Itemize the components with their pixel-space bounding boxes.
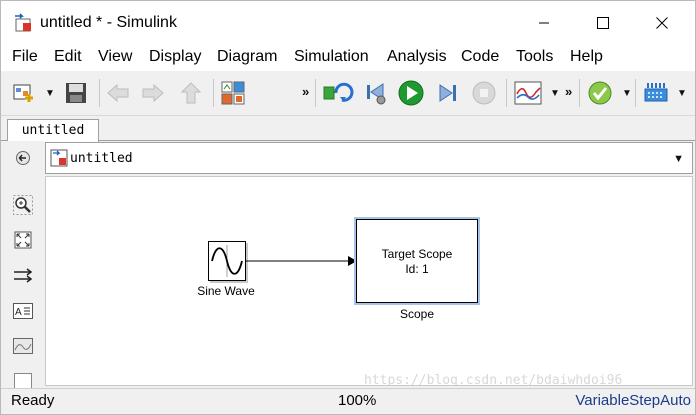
record-button[interactable] xyxy=(512,78,544,108)
menu-code[interactable]: Code xyxy=(461,48,499,66)
hide-browser-button[interactable] xyxy=(12,147,34,169)
menu-edit[interactable]: Edit xyxy=(54,48,82,66)
maximize-icon xyxy=(597,17,609,29)
close-icon xyxy=(656,17,668,29)
scope-block-title: Target Scope xyxy=(381,247,453,261)
menu-help[interactable]: Help xyxy=(570,48,603,66)
solver-link[interactable]: VariableStepAuto xyxy=(575,392,691,409)
chevron-down-icon[interactable]: ▼ xyxy=(673,153,684,165)
back-button[interactable] xyxy=(104,78,132,108)
step-back-icon xyxy=(367,83,386,105)
route-lines-button[interactable] xyxy=(12,265,34,287)
title-bar: untitled * - Simulink xyxy=(1,1,695,45)
run-icon xyxy=(398,80,424,106)
window-title: untitled * - Simulink xyxy=(40,14,177,31)
step-forward-button[interactable] xyxy=(434,78,462,108)
stop-icon xyxy=(472,81,496,105)
new-model-icon xyxy=(13,84,33,102)
toolbar: ▼ » ▼ » ▼ ▼ xyxy=(1,71,695,116)
annotation-icon: A xyxy=(13,303,33,319)
build-button[interactable] xyxy=(641,78,671,108)
step-forward-icon xyxy=(439,84,456,102)
scope-block-label: Scope xyxy=(399,307,435,321)
save-icon xyxy=(66,83,86,103)
simulink-window: untitled * - Simulink File Edit View Dis… xyxy=(0,0,696,415)
toolbar-separator xyxy=(213,79,214,107)
model-advisor-dropdown-icon[interactable]: ▼ xyxy=(622,88,632,99)
toolbar-separator xyxy=(99,79,100,107)
menu-bar: File Edit View Display Diagram Simulatio… xyxy=(1,45,695,71)
build-dropdown-icon[interactable]: ▼ xyxy=(677,88,687,99)
model-configuration-button[interactable] xyxy=(321,78,355,108)
record-dropdown-icon[interactable]: ▼ xyxy=(550,88,560,99)
toolbar-separator xyxy=(506,79,507,107)
status-text: Ready xyxy=(11,392,55,409)
svg-text:A: A xyxy=(15,307,22,318)
menu-analysis[interactable]: Analysis xyxy=(387,48,447,66)
step-back-button[interactable] xyxy=(361,78,391,108)
library-browser-button[interactable] xyxy=(218,78,248,108)
toolbar-separator xyxy=(635,79,636,107)
hide-browser-icon xyxy=(16,151,30,165)
model-path-text: untitled xyxy=(70,151,133,166)
forward-icon xyxy=(142,83,164,103)
model-canvas[interactable]: Sine Wave Target Scope Id: 1 Scope https… xyxy=(45,176,693,386)
toolbar-overflow-icon[interactable]: » xyxy=(565,84,572,99)
model-advisor-button[interactable] xyxy=(585,78,615,108)
model-tab-strip: untitled xyxy=(1,116,695,142)
fit-to-view-button[interactable] xyxy=(12,229,34,251)
target-scope-block[interactable]: Target Scope Id: 1 xyxy=(356,219,478,303)
minimize-button[interactable] xyxy=(521,1,567,45)
run-button[interactable] xyxy=(396,78,426,108)
stop-button[interactable] xyxy=(469,78,499,108)
maximize-button[interactable] xyxy=(580,1,626,45)
model-configuration-icon xyxy=(323,82,354,102)
scope-block-id: Id: 1 xyxy=(405,262,429,276)
annotation-button[interactable]: A xyxy=(12,300,34,322)
new-model-dropdown-icon[interactable]: ▼ xyxy=(45,88,55,99)
back-icon xyxy=(107,83,129,103)
library-browser-icon xyxy=(221,81,245,105)
left-palette: A xyxy=(1,141,44,389)
route-lines-icon xyxy=(14,268,33,283)
up-icon xyxy=(180,82,202,104)
toolbar-separator xyxy=(579,79,580,107)
menu-diagram[interactable]: Diagram xyxy=(217,48,277,66)
menu-simulation[interactable]: Simulation xyxy=(294,48,369,66)
toolbar-overflow-icon[interactable]: » xyxy=(302,84,309,99)
close-button[interactable] xyxy=(639,1,685,45)
simulink-model-icon xyxy=(15,13,31,32)
simulink-model-icon xyxy=(50,149,68,167)
menu-display[interactable]: Display xyxy=(149,48,201,66)
menu-tools[interactable]: Tools xyxy=(516,48,553,66)
minimize-icon xyxy=(539,22,549,24)
menu-file[interactable]: File xyxy=(12,48,38,66)
watermark-text: https://blog.csdn.net/bdaiwhdoi96 xyxy=(364,373,623,386)
tab-untitled[interactable]: untitled xyxy=(7,119,99,142)
menu-view[interactable]: View xyxy=(98,48,132,66)
zoom-level: 100% xyxy=(338,392,377,409)
forward-button[interactable] xyxy=(139,78,167,108)
image-button[interactable] xyxy=(12,335,34,357)
model-advisor-icon xyxy=(588,81,612,105)
build-icon xyxy=(644,83,668,102)
new-model-button[interactable] xyxy=(9,78,39,108)
record-icon xyxy=(514,81,542,105)
area-icon xyxy=(14,373,32,389)
status-bar: Ready 100% VariableStepAuto xyxy=(1,388,695,414)
fit-to-view-icon xyxy=(14,231,32,249)
model-path-bar[interactable]: untitled ▼ xyxy=(45,142,693,174)
zoom-button[interactable] xyxy=(12,194,34,216)
image-icon xyxy=(13,338,33,354)
save-button[interactable] xyxy=(61,78,91,108)
toolbar-separator xyxy=(315,79,316,107)
zoom-icon xyxy=(13,195,33,215)
up-button[interactable] xyxy=(177,78,205,108)
